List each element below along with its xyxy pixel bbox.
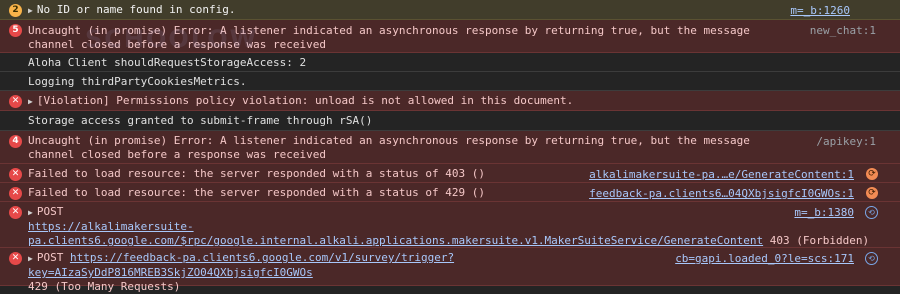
error-count-badge: 5 (9, 24, 22, 37)
error-icon: ✕ (9, 206, 22, 219)
message-text: Failed to load resource: the server resp… (28, 186, 485, 199)
source-link[interactable]: m=_b:1380 (794, 206, 854, 220)
request-line: https://alkalimakersuite-pa.clients6.goo… (28, 220, 880, 248)
error-icon: ✕ (9, 168, 22, 181)
request-line: ▶ POST https://feedback-pa.clients6.googl… (28, 251, 688, 280)
expand-triangle-icon[interactable]: ▶ (28, 97, 33, 106)
console-message-network-error[interactable]: ✕ ▶ POST https://feedback-pa.clients6.goo… (0, 248, 900, 293)
network-request-icon[interactable]: ⟲ (865, 206, 878, 219)
error-count-badge: 4 (9, 135, 22, 148)
expand-triangle-icon[interactable]: ▶ (28, 6, 33, 15)
console-message-log: Logging thirdPartyCookiesMetrics. (0, 72, 900, 91)
console-message-log: Storage access granted to submit-frame t… (0, 111, 900, 131)
console-message-log: Aloha Client shouldRequestStorageAccess:… (0, 53, 900, 72)
network-request-icon[interactable]: ⟲ (865, 252, 878, 265)
message-text: Storage access granted to submit-frame t… (28, 114, 373, 127)
console-panel: 2 ▶ No ID or name found in config. m=_b:1… (0, 0, 900, 293)
status-text: 429 (Too Many Requests) (28, 280, 181, 293)
expand-triangle-icon[interactable]: ▶ (28, 254, 33, 263)
http-method: POST (36, 205, 64, 218)
warning-count-badge: 2 (9, 4, 22, 17)
error-icon: ✕ (9, 187, 22, 200)
console-message-warning[interactable]: 2 ▶ No ID or name found in config. m=_b:1… (0, 0, 900, 20)
console-message-violation[interactable]: ✕ ▶ [Violation] Permissions policy violat… (0, 91, 900, 111)
source-link[interactable]: feedback-pa.clients6…04QXbjsigfcI0GWOs:1 (589, 187, 854, 201)
network-request-icon[interactable]: ⟳ (866, 168, 878, 180)
network-request-icon[interactable]: ⟳ (866, 187, 878, 199)
error-icon: ✕ (9, 95, 22, 108)
message-text: Failed to load resource: the server resp… (28, 167, 485, 180)
message-text: Logging thirdPartyCookiesMetrics. (28, 75, 247, 88)
console-message-error[interactable]: ✕ Failed to load resource: the server re… (0, 164, 900, 183)
status-text: 403 (Forbidden) (769, 234, 870, 247)
source-link[interactable]: m=_b:1260 (790, 4, 850, 18)
source-link[interactable]: cb=gapi.loaded_0?le=scs:171 (675, 252, 854, 266)
source-link[interactable]: new_chat:1 (810, 24, 876, 38)
console-message-error[interactable]: ✕ Failed to load resource: the server re… (0, 183, 900, 202)
message-text: No ID or name found in config. (36, 3, 236, 16)
expand-triangle-icon[interactable]: ▶ (28, 208, 33, 217)
error-icon: ✕ (9, 252, 22, 265)
request-url-link[interactable]: https://alkalimakersuite-pa.clients6.goo… (28, 220, 763, 247)
request-url-link[interactable]: https://feedback-pa.clients6.google.com/… (28, 251, 454, 279)
source-link[interactable]: alkalimakersuite-pa.…e/GenerateContent:1 (589, 168, 854, 182)
http-method: POST (36, 251, 64, 264)
console-message-error[interactable]: 5 Uncaught (in promise) Error: A listene… (0, 20, 900, 53)
source-link[interactable]: /apikey:1 (816, 135, 876, 149)
message-text: Aloha Client shouldRequestStorageAccess:… (28, 56, 307, 69)
console-message-error[interactable]: 4 Uncaught (in promise) Error: A listene… (0, 131, 900, 164)
message-text: [Violation] Permissions policy violation… (36, 94, 574, 107)
message-text: Uncaught (in promise) Error: A listener … (28, 24, 757, 51)
message-text: Uncaught (in promise) Error: A listener … (28, 134, 757, 161)
console-message-network-error[interactable]: ✕ ▶ POST https://alkalimakersuite-pa.clie… (0, 202, 900, 248)
